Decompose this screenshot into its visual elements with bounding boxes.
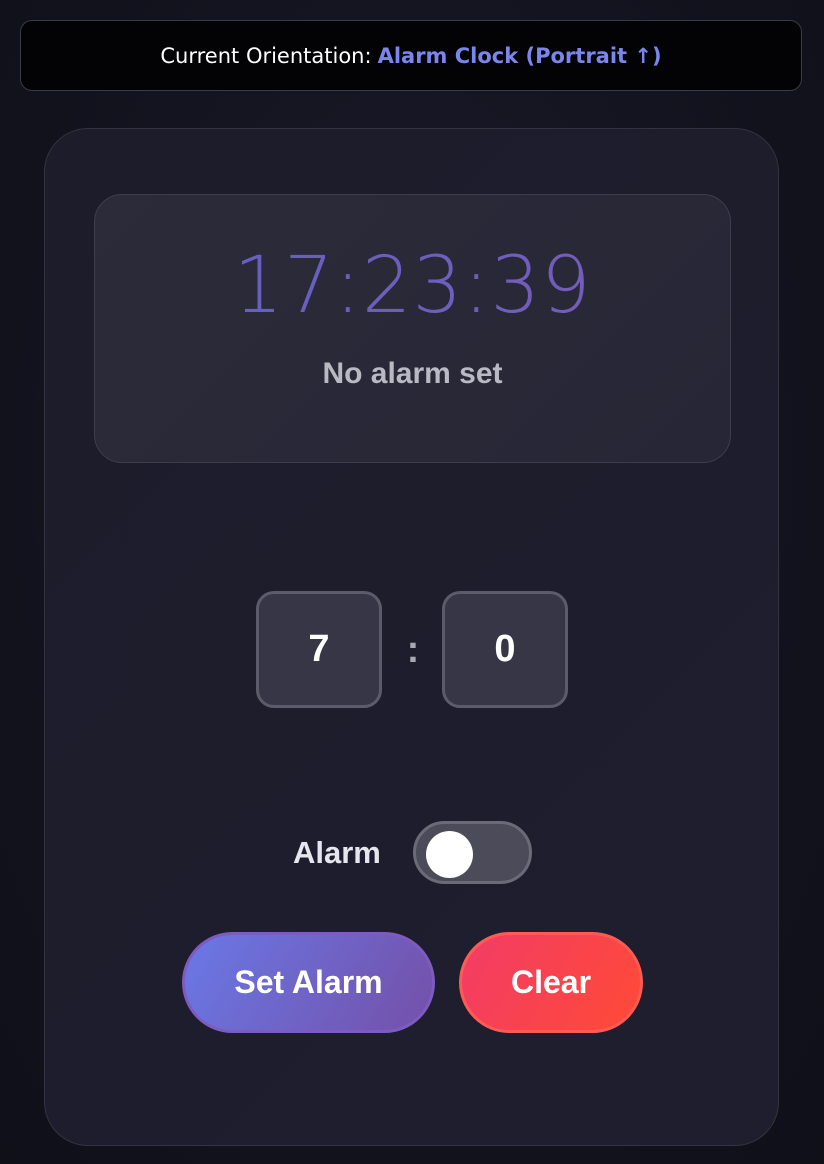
alarm-toggle-label: Alarm <box>293 835 381 870</box>
set-alarm-button[interactable]: Set Alarm <box>182 932 435 1033</box>
minute-input[interactable]: 0 <box>442 591 568 708</box>
orientation-prefix: Current Orientation: <box>160 43 372 68</box>
alarm-clock-card: 17:23:39 No alarm set 7 : 0 Alarm Set Al… <box>44 128 779 1146</box>
time-separator: : <box>406 629 420 671</box>
toggle-knob <box>426 831 473 878</box>
alarm-time-inputs: 7 : 0 <box>255 591 571 709</box>
orientation-value: Alarm Clock (Portrait ↑) <box>377 43 662 68</box>
alarm-status-text: No alarm set <box>322 357 503 390</box>
current-time: 17:23:39 <box>95 247 730 325</box>
orientation-banner: Current Orientation: Alarm Clock (Portra… <box>20 20 802 91</box>
alarm-toggle-switch[interactable] <box>413 821 532 884</box>
alarm-toggle-row: Alarm <box>293 821 533 885</box>
clear-button[interactable]: Clear <box>459 932 643 1033</box>
clock-display-panel: 17:23:39 No alarm set <box>94 194 731 463</box>
hour-input[interactable]: 7 <box>256 591 382 708</box>
